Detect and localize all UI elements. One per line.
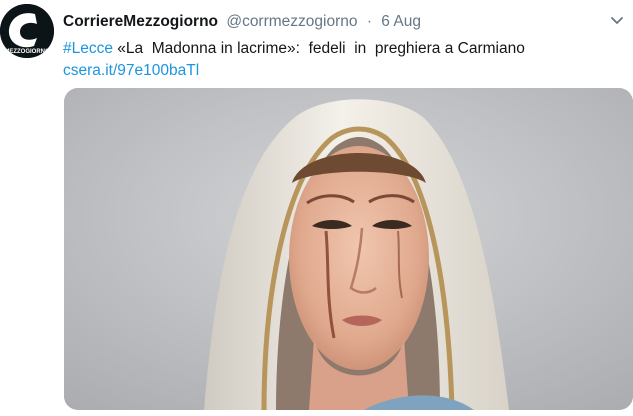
corriere-logo-icon: MEZZOGIORNO xyxy=(0,4,54,58)
timestamp[interactable]: 6 Aug xyxy=(381,13,421,30)
user-handle[interactable]: @corrmezzogiorno xyxy=(226,13,357,30)
tweet[interactable]: MEZZOGIORNO CorriereMezzogiorno @corrmez… xyxy=(0,0,633,416)
tweet-header: CorriereMezzogiorno @corrmezzogiorno · 6… xyxy=(63,12,421,32)
tweet-body: «La Madonna in lacrime»: fedeli in pregh… xyxy=(112,40,525,57)
chevron-down-icon[interactable] xyxy=(609,14,625,28)
photo-statue-madonna xyxy=(64,88,633,410)
tweet-media-photo[interactable] xyxy=(64,88,633,410)
hashtag-link[interactable]: #Lecce xyxy=(63,40,113,57)
tweet-text: #Lecce «La Madonna in lacrime»: fedeli i… xyxy=(63,38,623,60)
avatar[interactable]: MEZZOGIORNO xyxy=(0,4,54,58)
separator: · xyxy=(366,13,372,30)
tweet-link-line: csera.it/97e100baTl xyxy=(63,60,199,82)
display-name[interactable]: CorriereMezzogiorno xyxy=(63,13,218,30)
short-link[interactable]: csera.it/97e100baTl xyxy=(63,62,199,79)
svg-text:MEZZOGIORNO: MEZZOGIORNO xyxy=(4,49,50,55)
